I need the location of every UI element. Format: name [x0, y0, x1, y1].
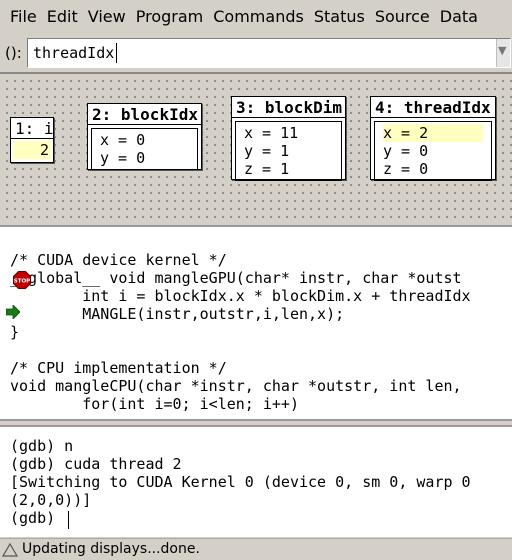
menu-edit[interactable]: Edit	[37, 7, 78, 26]
argument-value[interactable]: threadIdx	[33, 44, 114, 62]
display-blockDim[interactable]: 3: blockDim x = 11 y = 1 z = 1	[231, 96, 346, 181]
text-cursor	[116, 43, 117, 63]
source-line: __global__ void mangleGPU(char* instr, c…	[10, 269, 462, 287]
source-line: }	[10, 323, 20, 341]
menu-program[interactable]: Program	[126, 7, 204, 26]
menu-bar: File Edit View Program Commands Status S…	[0, 0, 512, 34]
display-i[interactable]: 1: i 2	[10, 117, 54, 163]
combo-dropdown-button[interactable]: ▼	[496, 39, 510, 67]
display-fields: x = 0 y = 0	[91, 128, 198, 170]
breakpoint-stop-icon[interactable]: STOP	[13, 271, 31, 289]
execution-arrow-icon	[6, 305, 20, 319]
menu-commands[interactable]: Commands	[203, 7, 304, 26]
svg-text:STOP: STOP	[14, 279, 30, 285]
console-prompt[interactable]: (gdb)	[10, 509, 64, 527]
argument-bar: (): threadIdx ▼	[0, 36, 512, 70]
gdb-console[interactable]: (gdb) n (gdb) cuda thread 2 [Switching t…	[0, 425, 512, 537]
display-title: 2: blockIdx	[88, 104, 201, 125]
source-pane[interactable]: /* CUDA device kernel */ __global__ void…	[0, 225, 512, 421]
console-cursor	[68, 511, 69, 529]
argument-field[interactable]: threadIdx ▼	[27, 38, 511, 68]
menu-view[interactable]: View	[78, 7, 126, 26]
menu-data[interactable]: Data	[430, 7, 478, 26]
source-line: /* CUDA device kernel */	[10, 251, 227, 269]
display-title: 1: i	[11, 118, 53, 139]
source-line: for(int i=0; i<len; i++)	[10, 395, 299, 413]
data-display-pane[interactable]: 1: i 2 2: blockIdx x = 0 y = 0 3: blockD…	[0, 72, 512, 222]
display-fields: x = 2 y = 0 z = 0	[374, 121, 492, 181]
source-line: void mangleCPU(char *instr, char *outstr…	[10, 377, 462, 395]
status-bar: Updating displays...done.	[0, 538, 512, 560]
display-title: 4: threadIdx	[371, 97, 495, 118]
console-line: (2,0,0))]	[10, 491, 92, 509]
console-line: [Switching to CUDA Kernel 0 (device 0, s…	[10, 473, 471, 491]
source-line: int i = blockIdx.x * blockDim.x + thread…	[10, 287, 471, 305]
display-value: 2	[13, 141, 51, 159]
warning-triangle-icon	[2, 542, 18, 557]
console-line: (gdb) n	[10, 437, 74, 455]
display-blockIdx[interactable]: 2: blockIdx x = 0 y = 0	[87, 103, 202, 170]
menu-file[interactable]: File	[0, 7, 37, 26]
source-line: MANGLE(instr,outstr,i,len,x);	[10, 305, 345, 323]
display-fields: x = 11 y = 1 z = 1	[235, 121, 342, 181]
source-line: /* CPU implementation */	[10, 359, 227, 377]
display-title: 3: blockDim	[232, 97, 345, 118]
menu-source[interactable]: Source	[365, 7, 430, 26]
console-line: (gdb) cuda thread 2	[10, 455, 182, 473]
menu-status[interactable]: Status	[304, 7, 365, 26]
chevron-down-icon: ▼	[498, 44, 507, 57]
argument-label: ():	[5, 44, 22, 62]
display-threadIdx[interactable]: 4: threadIdx x = 2 y = 0 z = 0	[370, 96, 496, 181]
status-text: Updating displays...done.	[22, 541, 200, 557]
